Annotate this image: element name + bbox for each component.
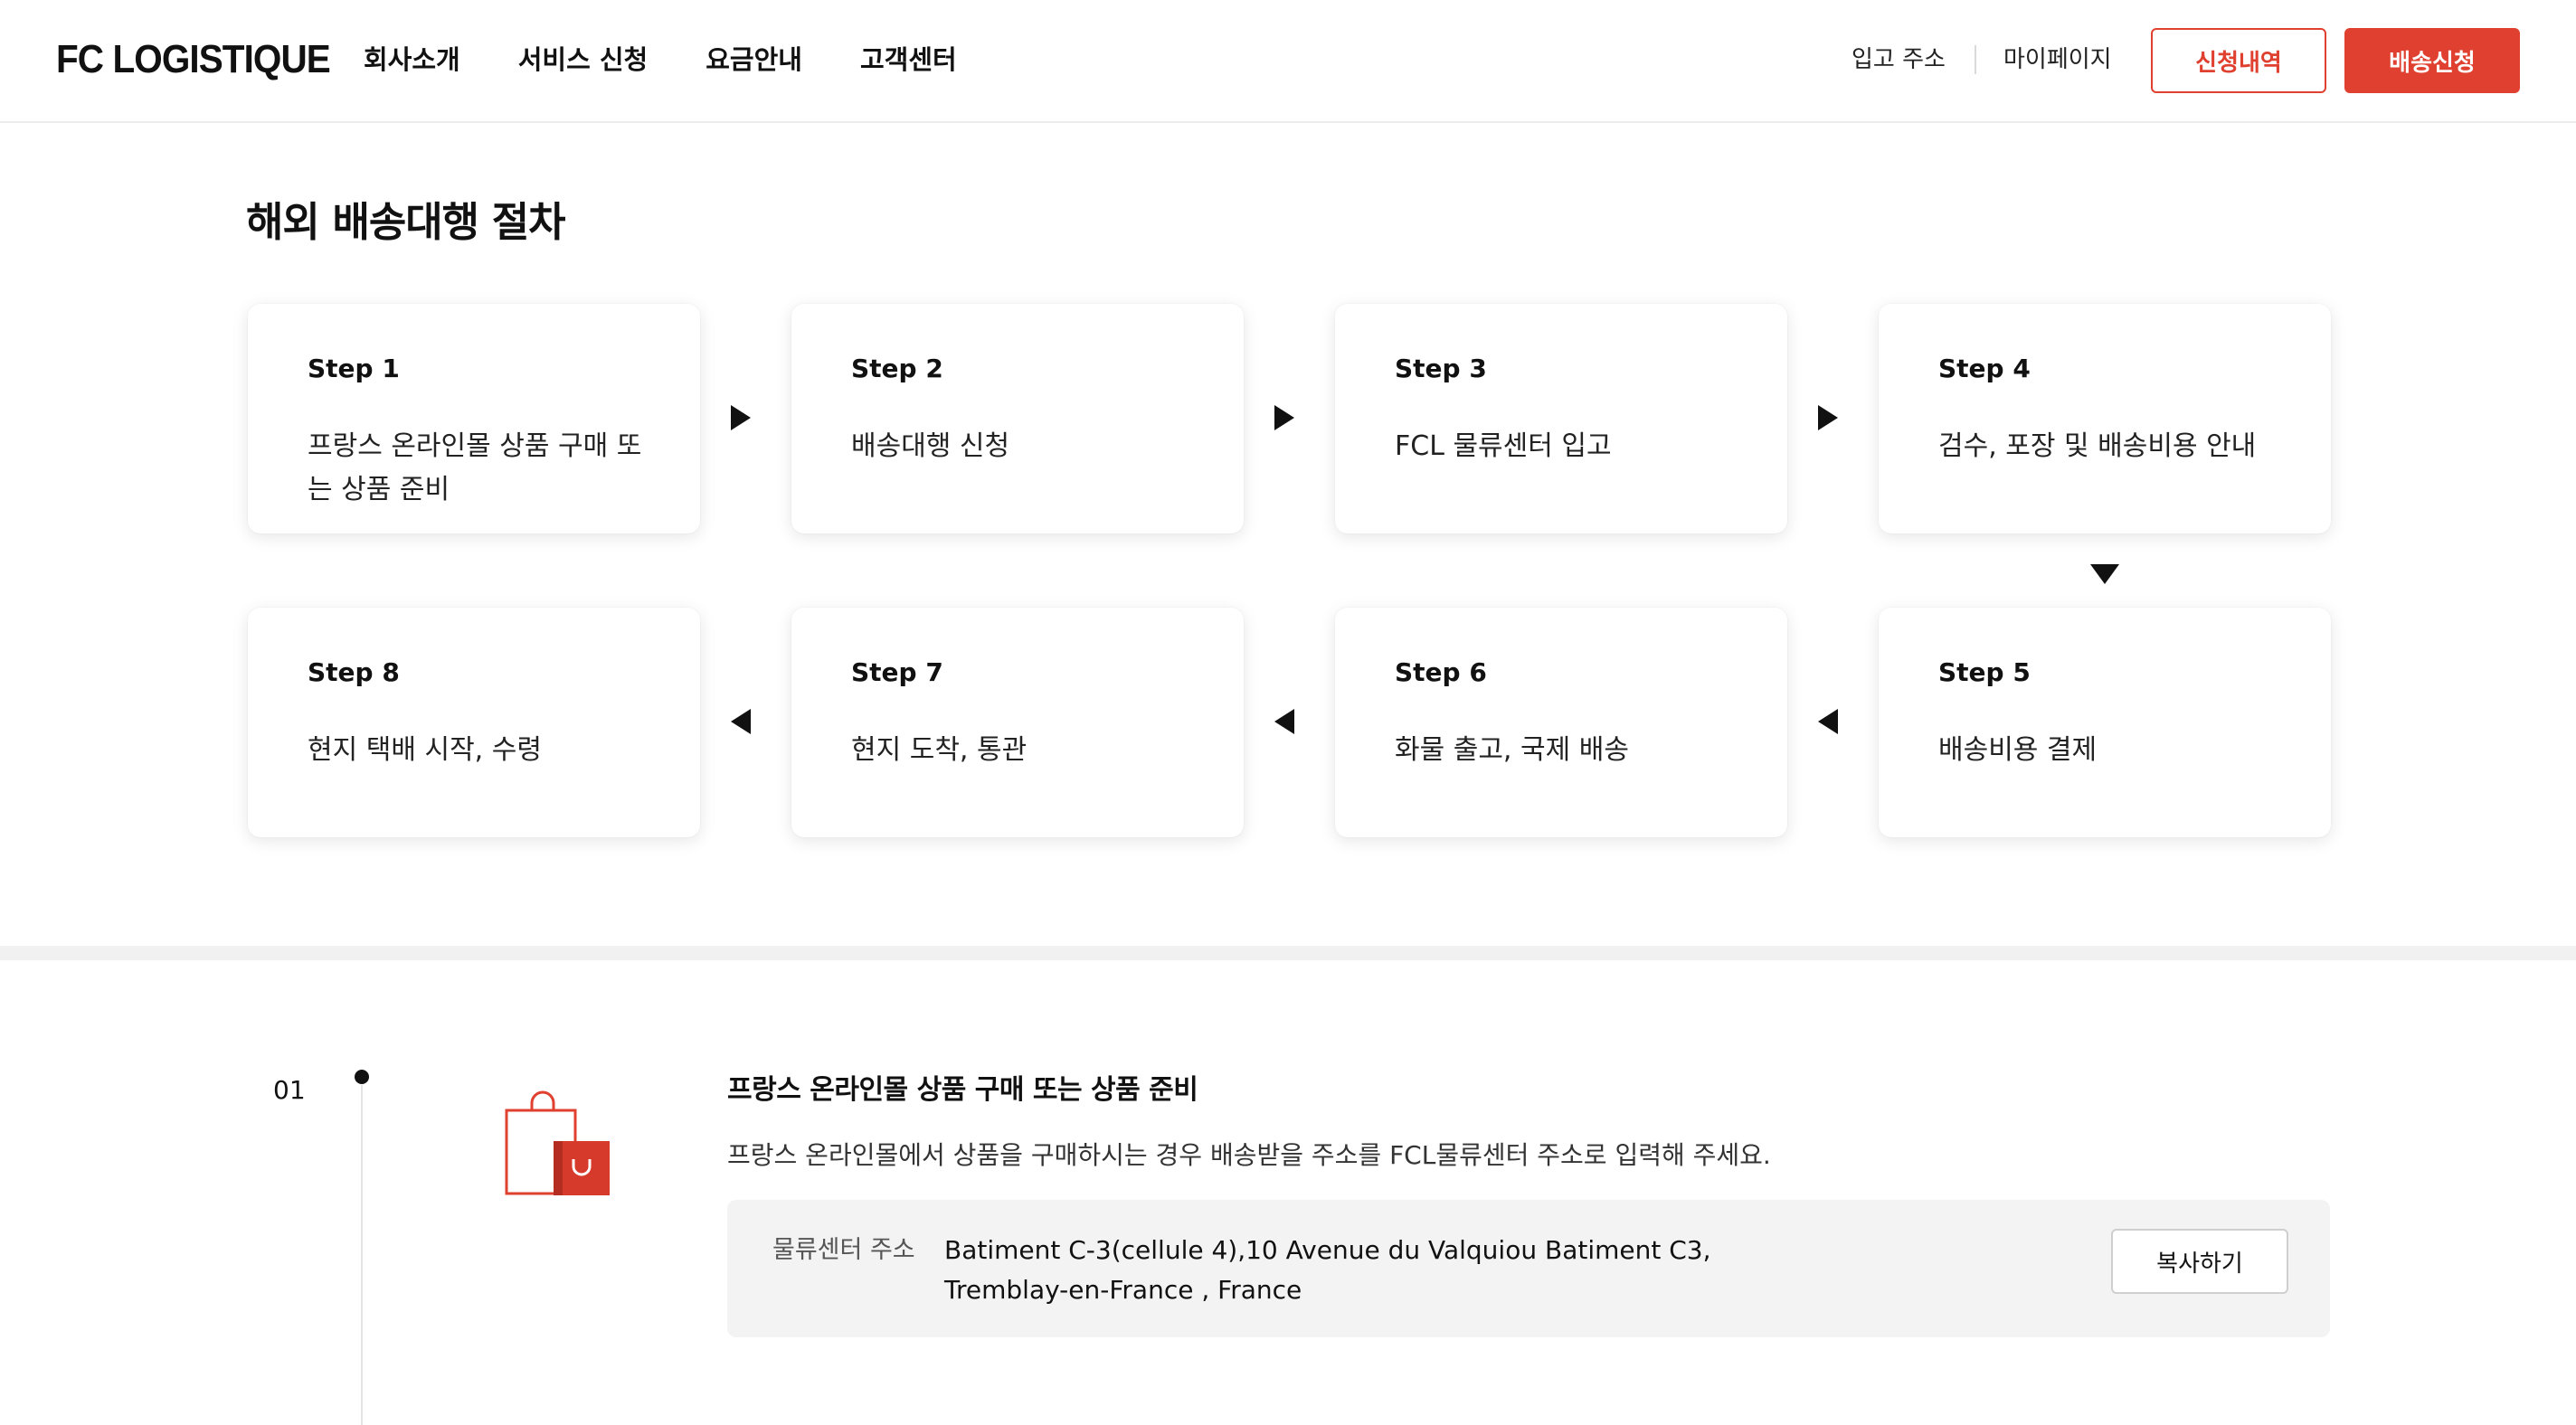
arrow-left-icon	[1274, 709, 1294, 734]
step-number: 01	[273, 1075, 306, 1105]
nav-item-pricing[interactable]: 요금안내	[706, 40, 802, 80]
step-desc: 화물 출고, 국제 배송	[1395, 734, 1629, 766]
step-label: Step 7	[851, 657, 943, 687]
detail-description: 프랑스 온라인몰에서 상품을 구매하시는 경우 배송받을 주소를 FCL물류센터…	[727, 1140, 1771, 1170]
util-divider	[1975, 45, 1976, 74]
arrow-right-icon	[1274, 405, 1294, 430]
step-card-8: Step 8 현지 택배 시작, 수령	[248, 608, 700, 837]
site-header: FC LOGISTIQUE 회사소개 서비스 신청 요금안내 고객센터 입고 주…	[0, 0, 2576, 123]
step-desc: 현지 택배 시작, 수령	[308, 734, 542, 766]
step-label: Step 6	[1395, 657, 1487, 687]
step-desc: FCL 물류센터 입고	[1395, 430, 1612, 462]
apply-shipping-button[interactable]: 배송신청	[2344, 28, 2520, 93]
step-desc: 검수, 포장 및 배송비용 안내	[1938, 430, 2257, 462]
copy-address-button[interactable]: 복사하기	[2111, 1229, 2288, 1294]
timeline-line	[361, 1085, 363, 1425]
address-box: 물류센터 주소 Batiment C-3(cellule 4),10 Avenu…	[727, 1200, 2330, 1337]
arrow-left-icon	[731, 709, 751, 734]
history-button[interactable]: 신청내역	[2151, 28, 2326, 93]
shopping-bag-icon	[505, 1090, 610, 1195]
nav-item-support[interactable]: 고객센터	[860, 40, 957, 80]
process-title: 해외 배송대행 절차	[246, 198, 566, 246]
step-label: Step 3	[1395, 354, 1487, 383]
step-label: Step 1	[308, 354, 400, 383]
step-desc: 배송비용 결제	[1938, 734, 2098, 766]
site-logo[interactable]: FC LOGISTIQUE	[56, 34, 331, 85]
step-label: Step 2	[851, 354, 943, 383]
arrow-right-icon	[1818, 405, 1838, 430]
step-desc: 배송대행 신청	[851, 430, 1010, 462]
step-card-3: Step 3 FCL 물류센터 입고	[1335, 304, 1787, 533]
step-card-4: Step 4 검수, 포장 및 배송비용 안내	[1879, 304, 2331, 533]
step-card-2: Step 2 배송대행 신청	[791, 304, 1244, 533]
detail-title: 프랑스 온라인몰 상품 구매 또는 상품 준비	[727, 1074, 1198, 1106]
main-nav: 회사소개 서비스 신청 요금안내 고객센터	[364, 40, 1015, 80]
step-card-6: Step 6 화물 출고, 국제 배송	[1335, 608, 1787, 837]
arrow-down-icon	[2090, 564, 2119, 584]
step-desc: 현지 도착, 통관	[851, 734, 1028, 766]
step-desc: 프랑스 온라인몰 상품 구매 또는 상품 준비	[308, 430, 642, 505]
arrow-right-icon	[731, 405, 751, 430]
nav-item-service[interactable]: 서비스 신청	[518, 40, 649, 80]
step-card-7: Step 7 현지 도착, 통관	[791, 608, 1244, 837]
mypage-link[interactable]: 마이페이지	[2003, 40, 2112, 80]
arrow-left-icon	[1818, 709, 1838, 734]
warehouse-address-link[interactable]: 입고 주소	[1852, 40, 1946, 80]
address-line-2: Tremblay-en-France , France	[944, 1275, 1302, 1305]
step-label: Step 8	[308, 657, 400, 687]
timeline-dot	[355, 1070, 369, 1084]
step-label: Step 5	[1938, 657, 2031, 687]
section-divider	[0, 946, 2576, 960]
nav-item-company[interactable]: 회사소개	[364, 40, 460, 80]
step-label: Step 4	[1938, 354, 2031, 383]
address-label: 물류센터 주소	[772, 1236, 915, 1264]
step-card-5: Step 5 배송비용 결제	[1879, 608, 2331, 837]
address-line-1: Batiment C-3(cellule 4),10 Avenue du Val…	[944, 1235, 1711, 1265]
step-card-1: Step 1 프랑스 온라인몰 상품 구매 또는 상품 준비	[248, 304, 700, 533]
